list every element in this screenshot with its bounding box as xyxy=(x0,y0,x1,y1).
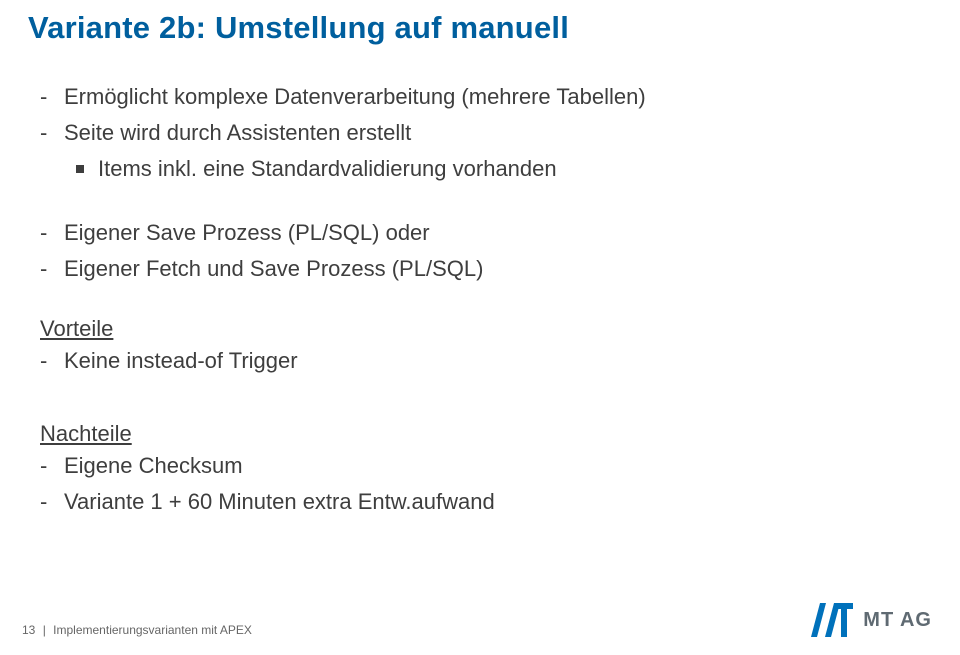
mt-logo-icon xyxy=(811,603,853,637)
advantages-heading: Vorteile xyxy=(40,316,932,342)
spacer xyxy=(28,288,932,316)
bullet-subitem: Items inkl. eine Standardvalidierung vor… xyxy=(76,152,932,186)
disadvantages-heading: Nachteile xyxy=(40,421,932,447)
footer-text: Implementierungsvarianten mit APEX xyxy=(53,623,252,637)
content-block: Ermöglicht komplexe Datenverarbeitung (m… xyxy=(40,80,932,286)
page-number: 13 xyxy=(22,623,35,637)
bullet-item: Keine instead-of Trigger xyxy=(40,344,932,378)
bullet-item: Eigene Checksum xyxy=(40,449,932,483)
footer-separator: | xyxy=(43,623,46,637)
spacer xyxy=(40,188,932,216)
disadvantages-block: Eigene Checksum Variante 1 + 60 Minuten … xyxy=(40,449,932,519)
bullet-item: Variante 1 + 60 Minuten extra Entw.aufwa… xyxy=(40,485,932,519)
company-logo: MT AG xyxy=(811,603,932,637)
bullet-item: Ermöglicht komplexe Datenverarbeitung (m… xyxy=(40,80,932,114)
slide-footer: 13 | Implementierungsvarianten mit APEX xyxy=(22,623,252,637)
bullet-item: Seite wird durch Assistenten erstellt xyxy=(40,116,932,150)
bullet-item: Eigener Save Prozess (PL/SQL) oder xyxy=(40,216,932,250)
bullet-item: Eigener Fetch und Save Prozess (PL/SQL) xyxy=(40,252,932,286)
spacer xyxy=(28,381,932,421)
slide-title: Variante 2b: Umstellung auf manuell xyxy=(28,10,932,46)
advantages-block: Keine instead-of Trigger xyxy=(40,344,932,378)
logo-text: MT AG xyxy=(863,609,932,632)
slide: Variante 2b: Umstellung auf manuell Ermö… xyxy=(0,0,960,655)
